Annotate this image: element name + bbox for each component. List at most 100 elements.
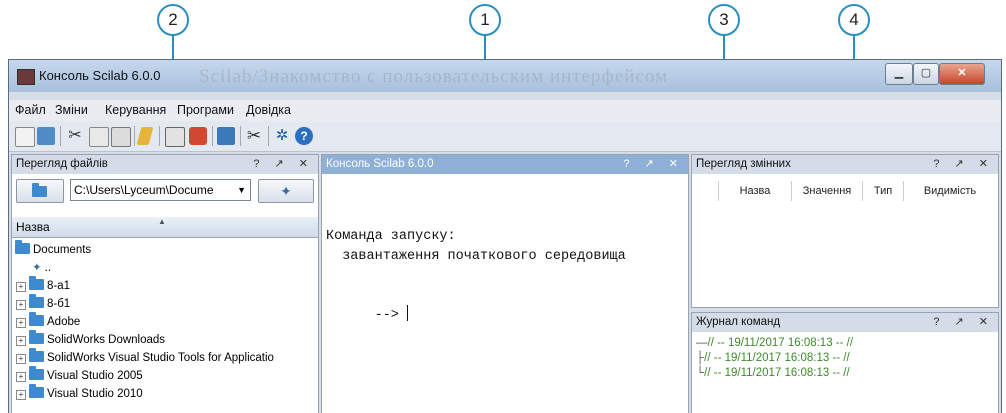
tree-item[interactable]: + SolidWorks Downloads [16, 330, 166, 349]
toolbar: ✂ ✂ ✲ ? [9, 121, 1001, 152]
variable-browser-panel: Перегляд змінних ? ↗ ✕ Назва Значення Ти… [691, 154, 999, 308]
folder-icon [29, 294, 44, 308]
title-bar[interactable]: Консоль Scilab 6.0.0 Scilab/Знакомство с… [9, 60, 1001, 92]
folder-icon [29, 366, 44, 380]
help-icon[interactable]: ? [295, 127, 313, 145]
atoms-icon[interactable]: ✲ [273, 127, 291, 145]
file-column-header[interactable]: Назва ▲ [12, 217, 318, 238]
copy-icon[interactable] [89, 127, 109, 147]
go-to-parent-button[interactable]: ✦ [258, 179, 314, 203]
callout-1: 1 [469, 4, 501, 36]
expand-icon[interactable]: + [16, 390, 26, 400]
module-manager-icon[interactable] [189, 127, 207, 145]
variables-column-icon[interactable] [692, 181, 719, 201]
tree-item-label: Visual Studio 2005 [47, 370, 143, 382]
browse-folder-button[interactable] [16, 179, 64, 203]
text-cursor [407, 305, 409, 321]
tree-item[interactable]: +8-б1 [16, 294, 71, 313]
tree-item-label: SolidWorks Downloads [47, 334, 166, 346]
folder-icon [29, 276, 44, 290]
panel-controls[interactable]: ? ↗ ✕ [933, 155, 994, 174]
scilab-window: Консоль Scilab 6.0.0 Scilab/Знакомство с… [8, 59, 1002, 413]
console-prompt[interactable]: --> [326, 290, 409, 338]
console-title: Консоль Scilab 6.0.0 [326, 158, 434, 170]
xcos-icon[interactable] [217, 127, 235, 145]
expand-icon[interactable]: + [16, 336, 26, 346]
tree-item-label: 8-б1 [47, 298, 71, 310]
tree-up[interactable]: ✦.. [32, 259, 51, 277]
tree-root[interactable]: Documents [15, 240, 91, 259]
menu-applications[interactable]: Програми [177, 103, 234, 117]
scilab-logo-icon: ✦ [280, 183, 292, 199]
change-directory-icon[interactable] [136, 127, 154, 145]
prompt-symbol: --> [374, 308, 399, 323]
history-entry[interactable]: └// -- 19/11/2017 16:08:13 -- // [696, 367, 850, 379]
variables-column-name[interactable]: Назва [719, 181, 792, 201]
expand-icon[interactable]: + [16, 372, 26, 382]
folder-icon [29, 312, 44, 326]
tree-item-label: SolidWorks Visual Studio Tools for Appli… [47, 352, 274, 364]
chevron-down-icon[interactable]: ▼ [237, 180, 246, 200]
cut-icon[interactable]: ✂ [66, 127, 84, 145]
folder-icon [29, 330, 44, 344]
window-title: Консоль Scilab 6.0.0 [39, 68, 161, 83]
tree-item[interactable]: +8-а1 [16, 276, 70, 295]
history-entry-text: // -- 19/11/2017 16:08:13 -- // [704, 367, 850, 379]
console-panel[interactable]: Консоль Scilab 6.0.0 ? ↗ ✕ Команда запус… [321, 154, 689, 413]
panel-controls[interactable]: ? ↗ ✕ [623, 155, 684, 174]
history-entry[interactable]: ├// -- 19/11/2017 16:08:13 -- // [696, 352, 850, 364]
tree-item[interactable]: + Visual Studio 2005 [16, 366, 143, 385]
menu-bar: Файл Зміни Керування Програми Довідка [9, 100, 1001, 121]
menu-file[interactable]: Файл [15, 103, 46, 117]
minimize-button[interactable]: ▁ [885, 63, 913, 85]
scilab-app-icon [17, 69, 35, 85]
folder-icon [29, 348, 44, 362]
expand-icon[interactable]: + [16, 354, 26, 364]
menu-edit[interactable]: Зміни [55, 103, 88, 117]
print-icon[interactable] [165, 127, 185, 147]
file-browser-header: Перегляд файлів ? ↗ ✕ [12, 155, 318, 174]
variables-column-type[interactable]: Тип [863, 181, 904, 201]
file-browser-panel: Перегляд файлів ? ↗ ✕ C:\Users\Lyceum\Do… [11, 154, 319, 413]
toolbar-separator [60, 126, 61, 146]
paste-icon[interactable] [111, 127, 131, 147]
command-history-panel: Журнал команд ? ↗ ✕ —// -- 19/11/2017 16… [691, 312, 999, 413]
demos-icon[interactable]: ✂ [245, 127, 263, 145]
toolbar-separator [159, 126, 160, 146]
command-history-title: Журнал команд [696, 316, 781, 328]
path-combobox[interactable]: C:\Users\Lyceum\Docume ▼ [70, 179, 251, 201]
expand-icon[interactable]: + [16, 282, 26, 292]
history-entry[interactable]: —// -- 19/11/2017 16:08:13 -- // [696, 337, 853, 349]
maximize-button[interactable]: ▢ [913, 63, 939, 85]
callout-4: 4 [838, 4, 870, 36]
toolbar-separator [212, 126, 213, 146]
expand-icon[interactable]: + [16, 318, 26, 328]
tree-up-label: .. [44, 262, 52, 274]
close-button[interactable]: ✕ [939, 63, 985, 85]
new-script-icon[interactable] [15, 127, 35, 147]
watermark-text: Scilab/Знакомство с пользовательским инт… [199, 66, 669, 87]
open-file-icon[interactable] [37, 127, 55, 145]
menu-control[interactable]: Керування [105, 103, 166, 117]
callout-3: 3 [708, 4, 740, 36]
console-line-2: завантаження початкового середовища [326, 249, 626, 264]
tree-item-label: Adobe [47, 316, 81, 328]
console-line-1: Команда запуску: [326, 229, 456, 244]
panel-controls[interactable]: ? ↗ ✕ [253, 155, 314, 174]
command-history-header: Журнал команд ? ↗ ✕ [692, 313, 998, 332]
variables-column-value[interactable]: Значення [792, 181, 863, 201]
expand-icon[interactable]: + [16, 300, 26, 310]
toolbar-separator [134, 126, 135, 146]
variables-column-visibility[interactable]: Видимість [904, 181, 996, 201]
parent-dir-icon: ✦ [32, 262, 42, 274]
callout-2: 2 [157, 4, 189, 36]
tree-connector: — [696, 337, 708, 349]
folder-icon [15, 240, 30, 254]
folder-icon [29, 384, 44, 398]
tree-item[interactable]: + Adobe [16, 312, 81, 331]
panel-controls[interactable]: ? ↗ ✕ [933, 313, 994, 332]
menu-help[interactable]: Довідка [246, 103, 291, 117]
tree-item[interactable]: + SolidWorks Visual Studio Tools for Appl… [16, 348, 274, 367]
history-entry-text: // -- 19/11/2017 16:08:13 -- // [707, 337, 854, 349]
tree-item[interactable]: + Visual Studio 2010 [16, 384, 143, 403]
